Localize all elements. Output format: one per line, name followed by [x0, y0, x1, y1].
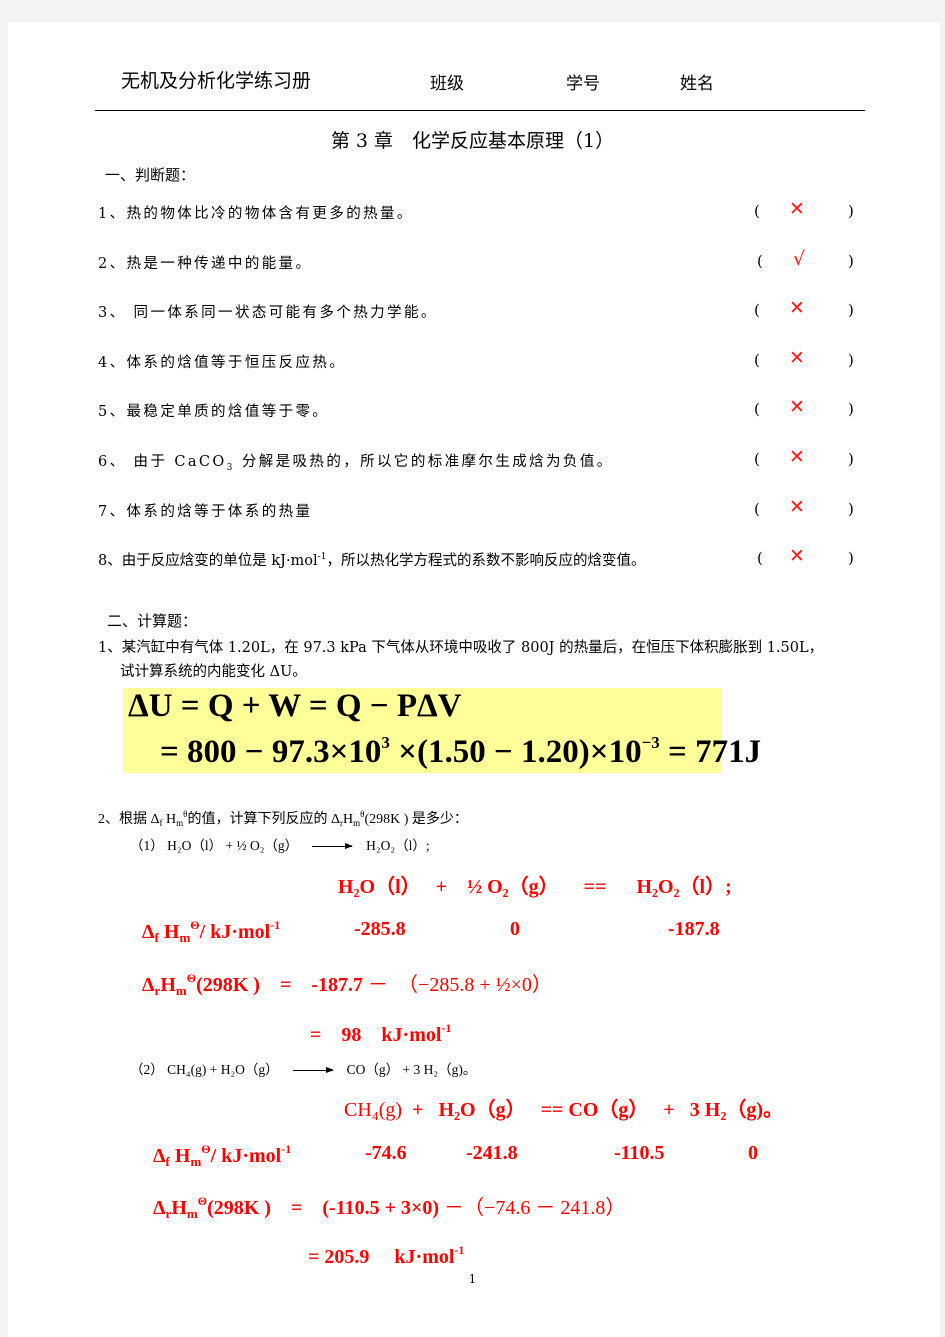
answer-2-1-value-h2o: -285.8: [354, 918, 406, 940]
answer-1-calculation: = 800 − 97.3×103 ×(1.50 − 1.20)×10−3 = 7…: [160, 733, 762, 770]
answer-paren-close: ): [848, 549, 854, 567]
class-label: 班级: [430, 74, 464, 94]
section-title-true-false: 一、判断题：: [105, 166, 196, 184]
answer-1-formula: ΔU = Q + W = Q − PΔV: [128, 688, 462, 724]
answer-paren-close: ): [848, 252, 854, 270]
reaction-arrow-icon: [292, 1067, 334, 1074]
answer-paren-open: (: [754, 500, 760, 518]
answer-2-1-result: = 98 kJ·mol-1: [310, 1021, 452, 1046]
answer-2-2-equation: CH₄(g) + H₂O（g） == CO（g） + 3 H₂（g)。: [344, 1099, 784, 1121]
student-id-label: 学号: [566, 74, 600, 94]
header-divider: [95, 110, 865, 111]
true-false-statement: 2、热是一种传递中的能量。: [98, 256, 313, 272]
cross-mark-icon: ✕: [789, 347, 805, 369]
answer-2-2-value-h2o: -241.8: [466, 1142, 518, 1164]
answer-2-2-value-ch4: -74.6: [365, 1142, 407, 1164]
answer-2-1-equation: H₂O（l） + ½ O₂（g） == H₂O₂（l）;: [338, 876, 732, 898]
name-label: 姓名: [680, 74, 714, 94]
answer-paren-close: ): [848, 202, 854, 220]
answer-paren-close: ): [848, 351, 854, 369]
answer-2-2-value-co: -110.5: [614, 1142, 665, 1164]
answer-2-1-value-o2: 0: [510, 918, 520, 940]
answer-paren-close: ): [848, 450, 854, 468]
answer-2-2-result: = 205.9 kJ·mol-1: [308, 1243, 465, 1268]
cross-mark-icon: ✕: [789, 396, 805, 418]
true-false-statement: 7、体系的焓等于体系的热量: [98, 504, 313, 520]
cross-mark-icon: ✕: [789, 198, 805, 220]
question-2-intro: 2、根据 Δf Hmθ的值，计算下列反应的 ΔrHmθ(298K ) 是多少：: [98, 809, 468, 828]
answer-paren-close: ): [848, 301, 854, 319]
true-false-statement: 4、体系的焓值等于恒压反应热。: [98, 355, 347, 371]
reaction-arrow-icon: [312, 843, 354, 850]
cross-mark-icon: ✕: [789, 496, 805, 518]
question-1-line-1: 1、某汽缸中有气体 1.20L，在 97.3 kPa 下气体从环境中吸收了 80…: [98, 640, 824, 656]
answer-paren-open: (: [754, 450, 760, 468]
cross-mark-icon: ✕: [789, 446, 805, 468]
answer-2-2-value-h2: 0: [748, 1142, 758, 1164]
answer-2-1-calculation: ΔrHmΘ(298K ) = -187.7 － （−285.8 + ½×0）: [142, 971, 552, 998]
true-false-statement: 1、热的物体比冷的物体含有更多的热量。: [98, 206, 414, 222]
question-2-part-2: （2） CH₄(g) + H₂O（g） CO（g） + 3 H₂（g)。: [130, 1062, 477, 1077]
answer-paren-open: (: [754, 301, 760, 319]
true-false-statement: 5、最稳定单质的焓值等于零。: [98, 404, 330, 420]
answer-paren-open: (: [757, 252, 763, 270]
answer-paren-open: (: [757, 549, 763, 567]
answer-paren-open: (: [754, 351, 760, 369]
cross-mark-icon: ✕: [789, 545, 805, 567]
book-title: 无机及分析化学练习册: [121, 70, 312, 92]
true-false-statement: 3、 同一体系同一状态可能有多个热力学能。: [98, 305, 438, 321]
answer-2-1-dfhm-label: Δf HmΘ/ kJ·mol-1: [142, 918, 281, 945]
section-title-calculation: 二、计算题：: [107, 612, 198, 630]
answer-2-2-dfhm-label: Δf HmΘ/ kJ·mol-1: [153, 1142, 292, 1169]
answer-paren-close: ): [848, 500, 854, 518]
cross-mark-icon: ✕: [789, 297, 805, 319]
question-1-line-2: 试计算系统的内能变化 ΔU。: [120, 664, 307, 680]
question-2-part-1: （1） H₂O（l） + ½ O₂（g） H₂O₂（l）;: [130, 838, 430, 853]
answer-paren-open: (: [754, 400, 760, 418]
check-mark-icon: √: [793, 248, 806, 270]
answer-paren-open: (: [754, 202, 760, 220]
true-false-statement: 6、 由于 CaCO3 分解是吸热的，所以它的标准摩尔生成焓为负值。: [98, 454, 614, 473]
answer-2-2-calculation: ΔrHmΘ(298K ) = (-110.5 + 3×0) －（−74.6 － …: [153, 1194, 626, 1221]
true-false-statement: 8、由于反应焓变的单位是 kJ·mol-1，所以热化学方程式的系数不影响反应的焓…: [98, 552, 646, 569]
page-number: 1: [468, 1272, 477, 1286]
answer-paren-close: ): [848, 400, 854, 418]
chapter-title: 第 3 章 化学反应基本原理（1）: [330, 130, 615, 152]
answer-2-1-value-h2o2: -187.8: [668, 918, 720, 940]
